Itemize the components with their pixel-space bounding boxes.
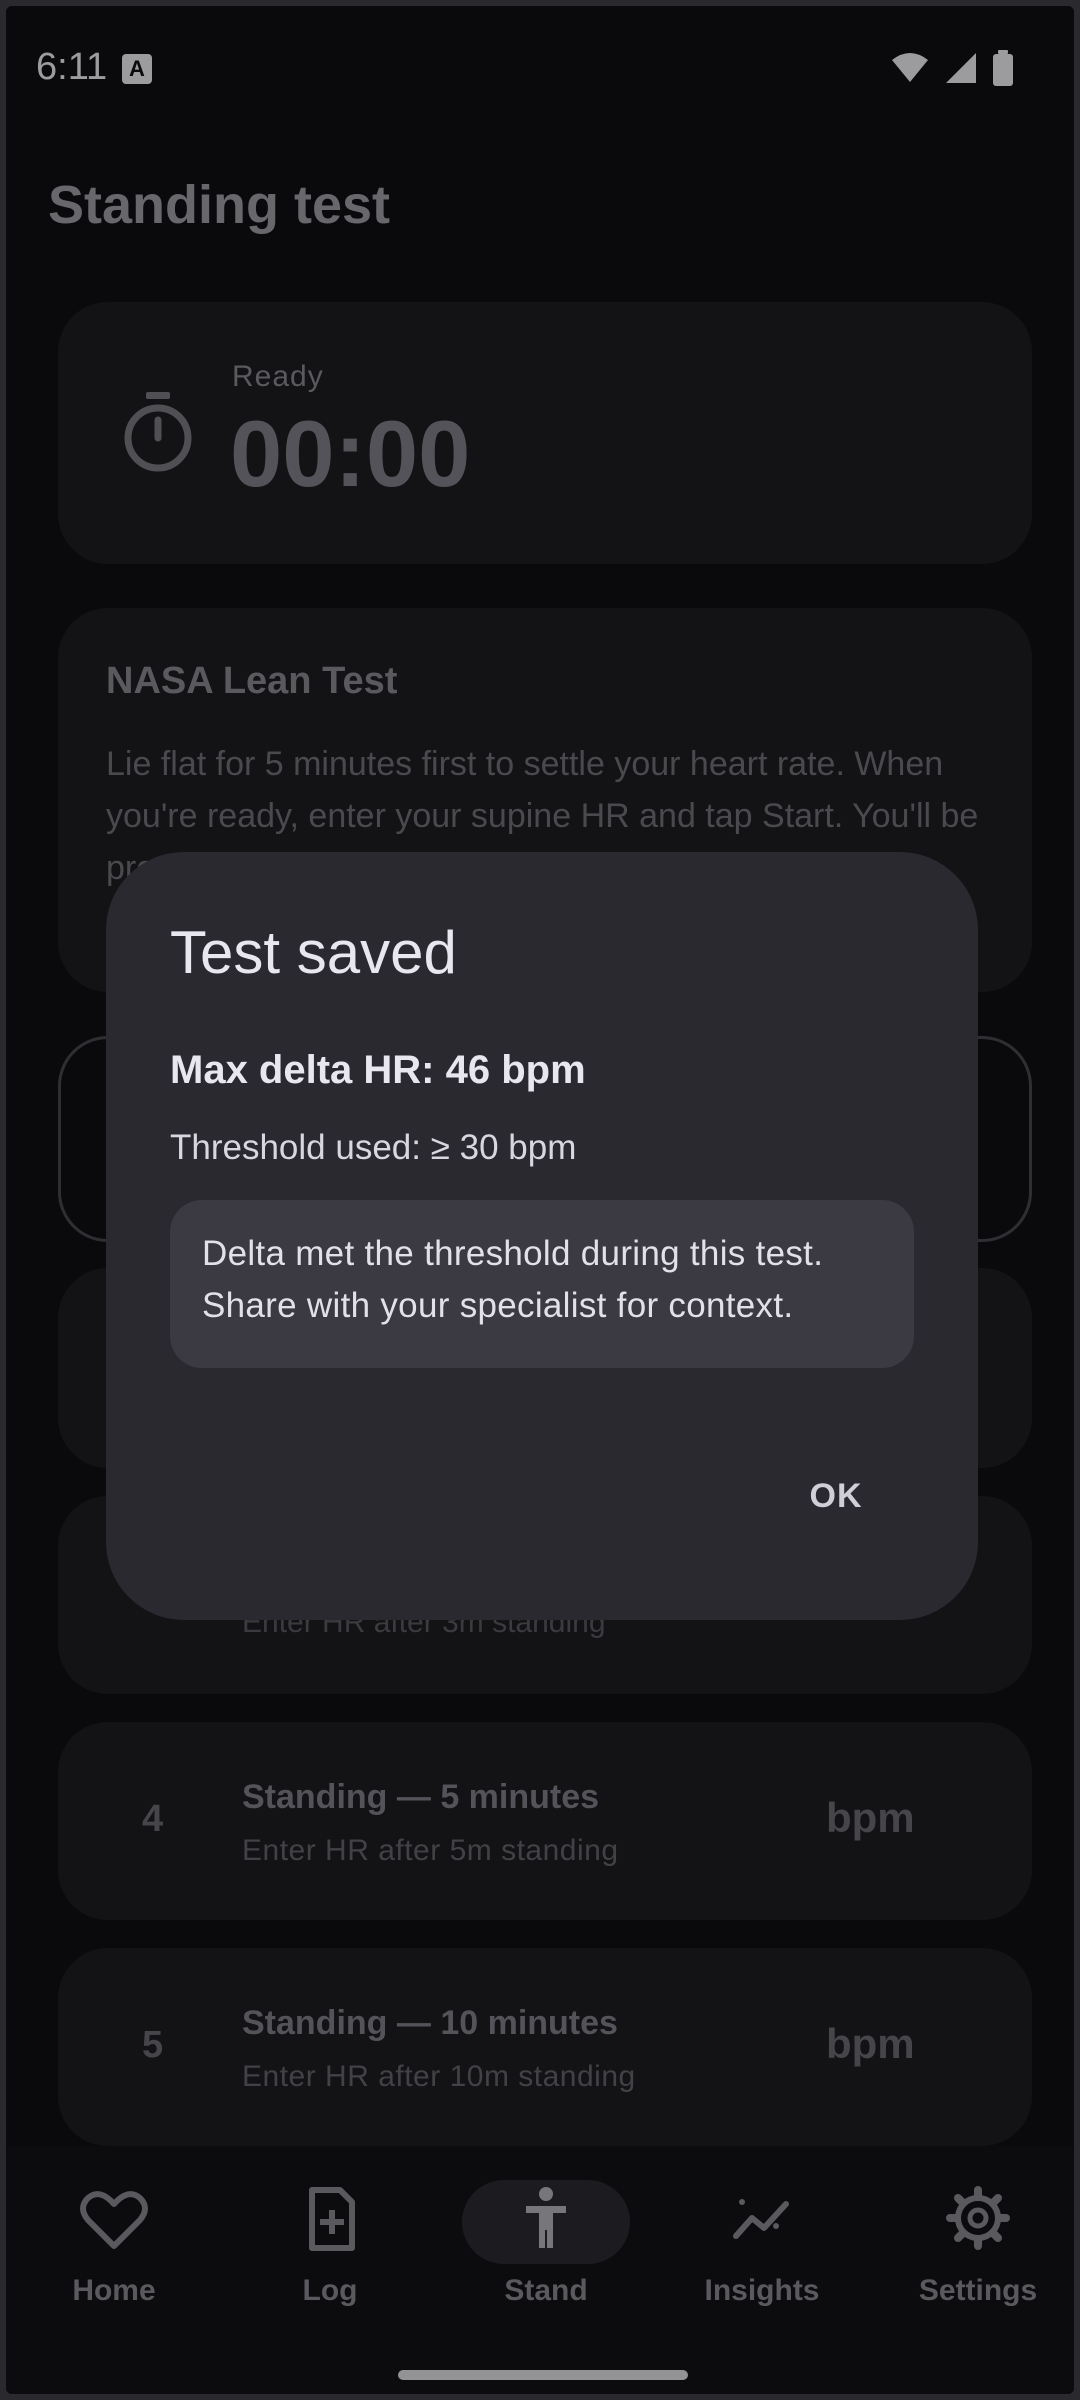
dialog-title: Test saved [170,919,457,986]
test-saved-dialog: Test saved Max delta HR: 46 bpm Threshol… [106,852,978,1620]
threshold-text: Threshold used: ≥ 30 bpm [170,1128,577,1167]
max-delta-text: Max delta HR: 46 bpm [170,1048,586,1092]
phone-screen: 6:11 A Standing test Ready 00:00 NASA Le… [0,0,1080,2400]
ok-button[interactable]: OK [772,1456,900,1536]
result-note: Delta met the threshold during this test… [170,1200,914,1368]
